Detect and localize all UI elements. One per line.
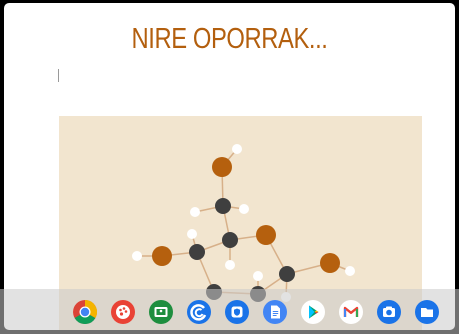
molecule-bonds: [137, 148, 351, 298]
classroom-icon[interactable]: [149, 300, 173, 324]
slide-title: NIRE OPORRAK...: [131, 23, 328, 55]
gmail-icon[interactable]: [339, 300, 363, 324]
files-icon[interactable]: [415, 300, 439, 324]
molecule-atoms: [132, 144, 355, 302]
palette-icon[interactable]: [111, 300, 135, 324]
camera-icon[interactable]: [377, 300, 401, 324]
google-arc-icon[interactable]: [187, 300, 211, 324]
play-store-icon[interactable]: [301, 300, 325, 324]
text-cursor: [58, 69, 59, 82]
app-window: NIRE OPORRAK...: [4, 3, 455, 330]
chrome-icon[interactable]: [73, 300, 97, 324]
shield-app-icon[interactable]: [225, 300, 249, 324]
docs-icon[interactable]: [263, 300, 287, 324]
